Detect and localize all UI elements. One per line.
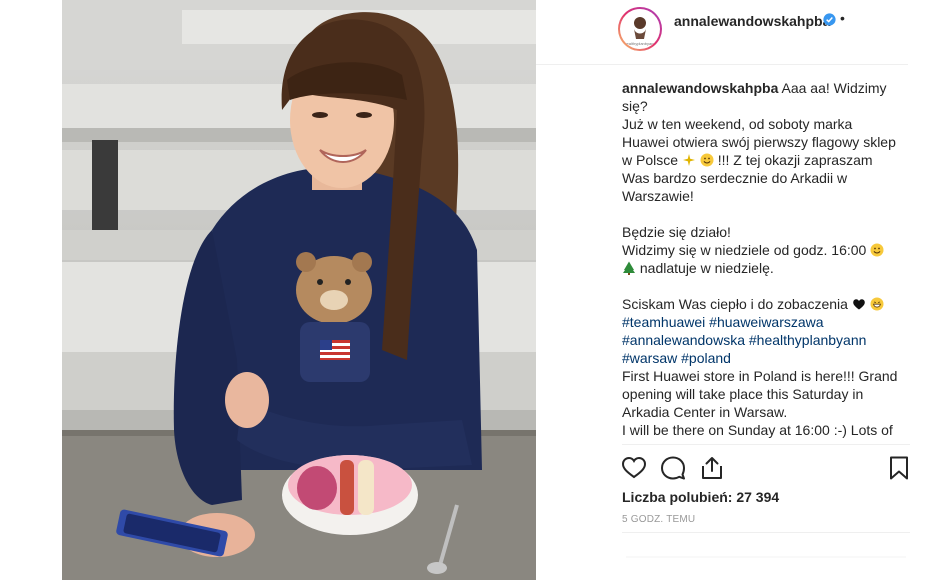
post-photo[interactable] [62, 0, 536, 580]
caption-username[interactable]: annalewandowskahpba [622, 80, 778, 96]
photo-illustration [62, 0, 536, 580]
sparkle-emoji-icon [682, 154, 695, 166]
grin-emoji-icon [870, 297, 884, 311]
bookmark-icon[interactable] [886, 455, 912, 481]
caption-english-2: I will be there on Sunday at 16:00 :-) L… [622, 422, 893, 438]
smile-emoji-icon [870, 243, 884, 257]
comment-divider [622, 532, 910, 533]
caption-line-4a: Widzimy się w niedziele od godz. 16:00 [622, 242, 867, 258]
dot-icon: • [840, 10, 845, 26]
hashtag-link[interactable]: #annalewandowska [622, 332, 745, 348]
caption-line-3: Będzie się działo! [622, 224, 731, 240]
hashtag-link[interactable]: #warsaw [622, 350, 677, 366]
black-heart-emoji-icon [853, 299, 865, 310]
post-username[interactable]: annalewandowskahpba [674, 13, 830, 29]
comment-input-area[interactable] [626, 555, 906, 559]
smile-emoji-icon [700, 153, 714, 167]
post-header: healthyplanbyann annalewandowskahpba • [536, 0, 908, 65]
svg-text:healthyplanbyann: healthyplanbyann [624, 41, 655, 46]
post-side-panel: healthyplanbyann annalewandowskahpba • a… [536, 0, 934, 580]
caption-line-4b: nadlatuje w niedzielę. [639, 260, 774, 276]
avatar[interactable]: healthyplanbyann [618, 7, 662, 51]
hashtag-link[interactable]: #teamhuawei [622, 314, 705, 330]
verified-badge-icon [823, 13, 836, 26]
share-icon[interactable] [699, 455, 725, 481]
caption-english-1: First Huawei store in Poland is here!!! … [622, 368, 898, 420]
likes-count[interactable]: Liczba polubień: 27 394 [622, 489, 779, 505]
avatar-logo-icon: healthyplanbyann [624, 17, 656, 46]
action-bar [621, 444, 912, 485]
post-caption: annalewandowskahpba Aaa aa! Widzimy się?… [622, 79, 902, 444]
comment-icon[interactable] [660, 455, 686, 481]
tree-emoji-icon [623, 261, 635, 275]
post-timestamp[interactable]: 5 GODZ. TEMU [622, 514, 695, 525]
hashtag-link[interactable]: #poland [681, 350, 731, 366]
hashtag-link[interactable]: #huaweiwarszawa [709, 314, 823, 330]
hashtag-link[interactable]: #healthyplanbyann [749, 332, 867, 348]
avatar-image: healthyplanbyann [620, 9, 660, 49]
caption-line-5: Sciskam Was ciepło i do zobaczenia [622, 296, 848, 312]
heart-icon[interactable] [621, 455, 647, 481]
